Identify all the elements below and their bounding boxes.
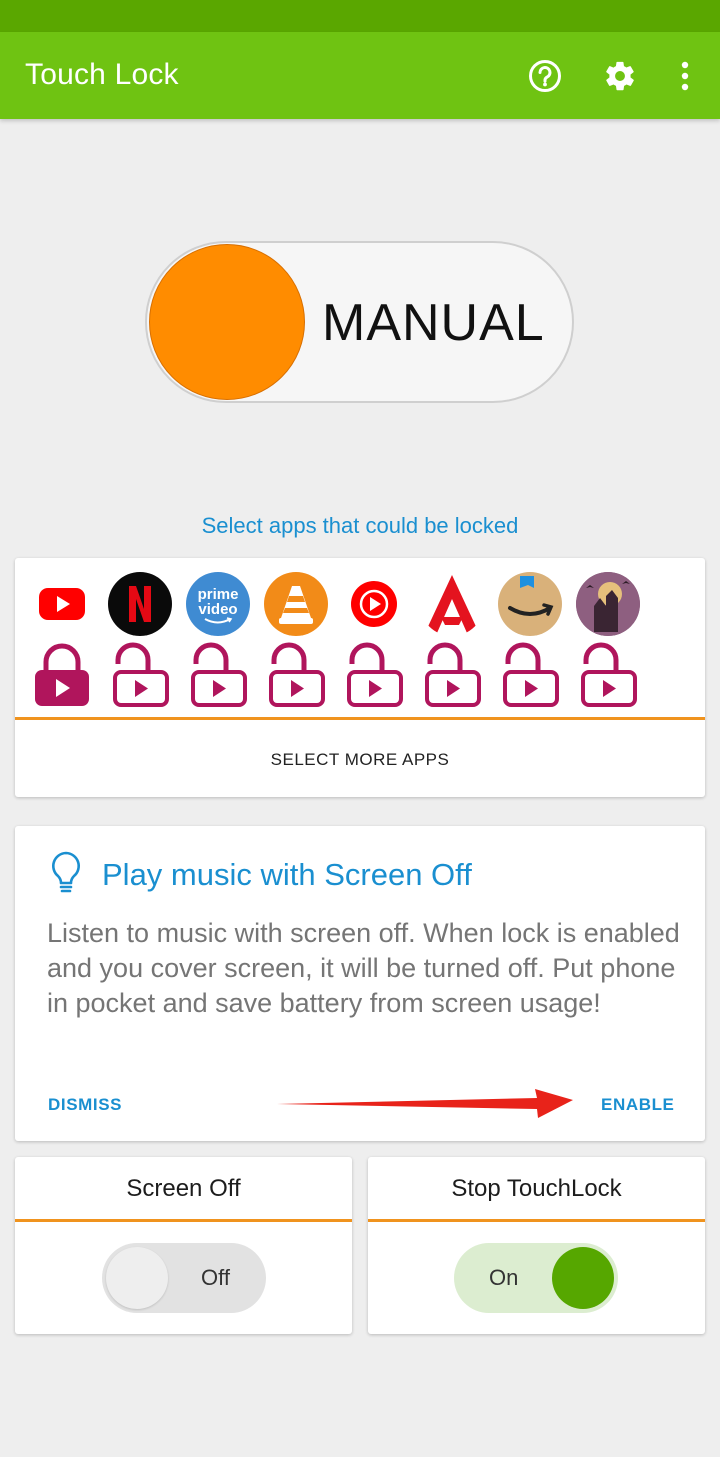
mode-toggle-knob[interactable] bbox=[149, 244, 305, 400]
unlocked-icon[interactable] bbox=[344, 642, 404, 708]
mode-label: MANUAL bbox=[322, 294, 545, 352]
lightbulb-icon bbox=[48, 850, 84, 894]
settings-icon[interactable] bbox=[600, 56, 640, 96]
airtel-icon bbox=[420, 572, 484, 636]
app-slot-airtel[interactable] bbox=[419, 572, 485, 722]
youtube-music-icon bbox=[342, 572, 406, 636]
youtube-icon bbox=[30, 572, 94, 636]
screen-off-title: Screen Off bbox=[126, 1175, 241, 1202]
divider bbox=[15, 717, 705, 720]
app-slot-prime-video[interactable]: prime video bbox=[185, 572, 251, 722]
help-icon[interactable] bbox=[525, 56, 565, 96]
apps-row: prime video bbox=[15, 572, 705, 722]
divider bbox=[15, 1219, 352, 1222]
stop-touchlock-switch[interactable]: On bbox=[454, 1243, 618, 1313]
mode-toggle[interactable]: MANUAL bbox=[145, 241, 574, 403]
prime-video-text-1: prime bbox=[197, 586, 239, 603]
tip-title: Play music with Screen Off bbox=[102, 857, 472, 892]
unlocked-icon[interactable] bbox=[500, 642, 560, 708]
apps-card: prime video SELECT MORE APPS bbox=[15, 558, 705, 797]
prime-video-icon: prime video bbox=[186, 572, 250, 636]
game-icon bbox=[576, 572, 640, 636]
stop-touchlock-switch-knob[interactable] bbox=[552, 1247, 614, 1309]
stop-touchlock-title: Stop TouchLock bbox=[451, 1175, 622, 1202]
stop-touchlock-card: Stop TouchLock On bbox=[368, 1157, 705, 1334]
app-title: Touch Lock bbox=[25, 58, 179, 91]
select-more-apps-button[interactable]: SELECT MORE APPS bbox=[15, 738, 705, 782]
netflix-icon bbox=[108, 572, 172, 636]
app-bar: Touch Lock bbox=[0, 32, 720, 119]
app-slot-youtube-music[interactable] bbox=[341, 572, 407, 722]
app-slot-netflix[interactable] bbox=[107, 572, 173, 722]
vlc-icon bbox=[264, 572, 328, 636]
enable-button[interactable]: ENABLE bbox=[601, 1095, 675, 1115]
unlocked-icon[interactable] bbox=[266, 642, 326, 708]
unlocked-icon[interactable] bbox=[422, 642, 482, 708]
app-slot-game[interactable] bbox=[575, 572, 641, 722]
dismiss-button[interactable]: DISMISS bbox=[48, 1095, 122, 1115]
screen-off-state: Off bbox=[201, 1265, 230, 1290]
screen-off-card: Screen Off Off bbox=[15, 1157, 352, 1334]
select-apps-link[interactable]: Select apps that could be locked bbox=[0, 513, 720, 539]
unlocked-icon[interactable] bbox=[110, 642, 170, 708]
stop-touchlock-state: On bbox=[489, 1265, 519, 1290]
prime-video-text-2: video bbox=[198, 601, 238, 618]
app-slot-youtube[interactable] bbox=[29, 572, 95, 722]
tip-body: Listen to music with screen off. When lo… bbox=[47, 918, 680, 1018]
screen-off-switch[interactable]: Off bbox=[102, 1243, 266, 1313]
app-slot-vlc[interactable] bbox=[263, 572, 329, 722]
screen-off-switch-knob[interactable] bbox=[106, 1247, 168, 1309]
unlocked-icon[interactable] bbox=[188, 642, 248, 708]
divider bbox=[368, 1219, 705, 1222]
amazon-icon bbox=[498, 572, 562, 636]
more-vert-icon[interactable] bbox=[665, 56, 705, 96]
unlocked-icon[interactable] bbox=[578, 642, 638, 708]
app-slot-amazon[interactable] bbox=[497, 572, 563, 722]
locked-icon[interactable] bbox=[32, 642, 92, 708]
status-bar bbox=[0, 0, 720, 32]
red-arrow-annotation bbox=[275, 1085, 575, 1121]
